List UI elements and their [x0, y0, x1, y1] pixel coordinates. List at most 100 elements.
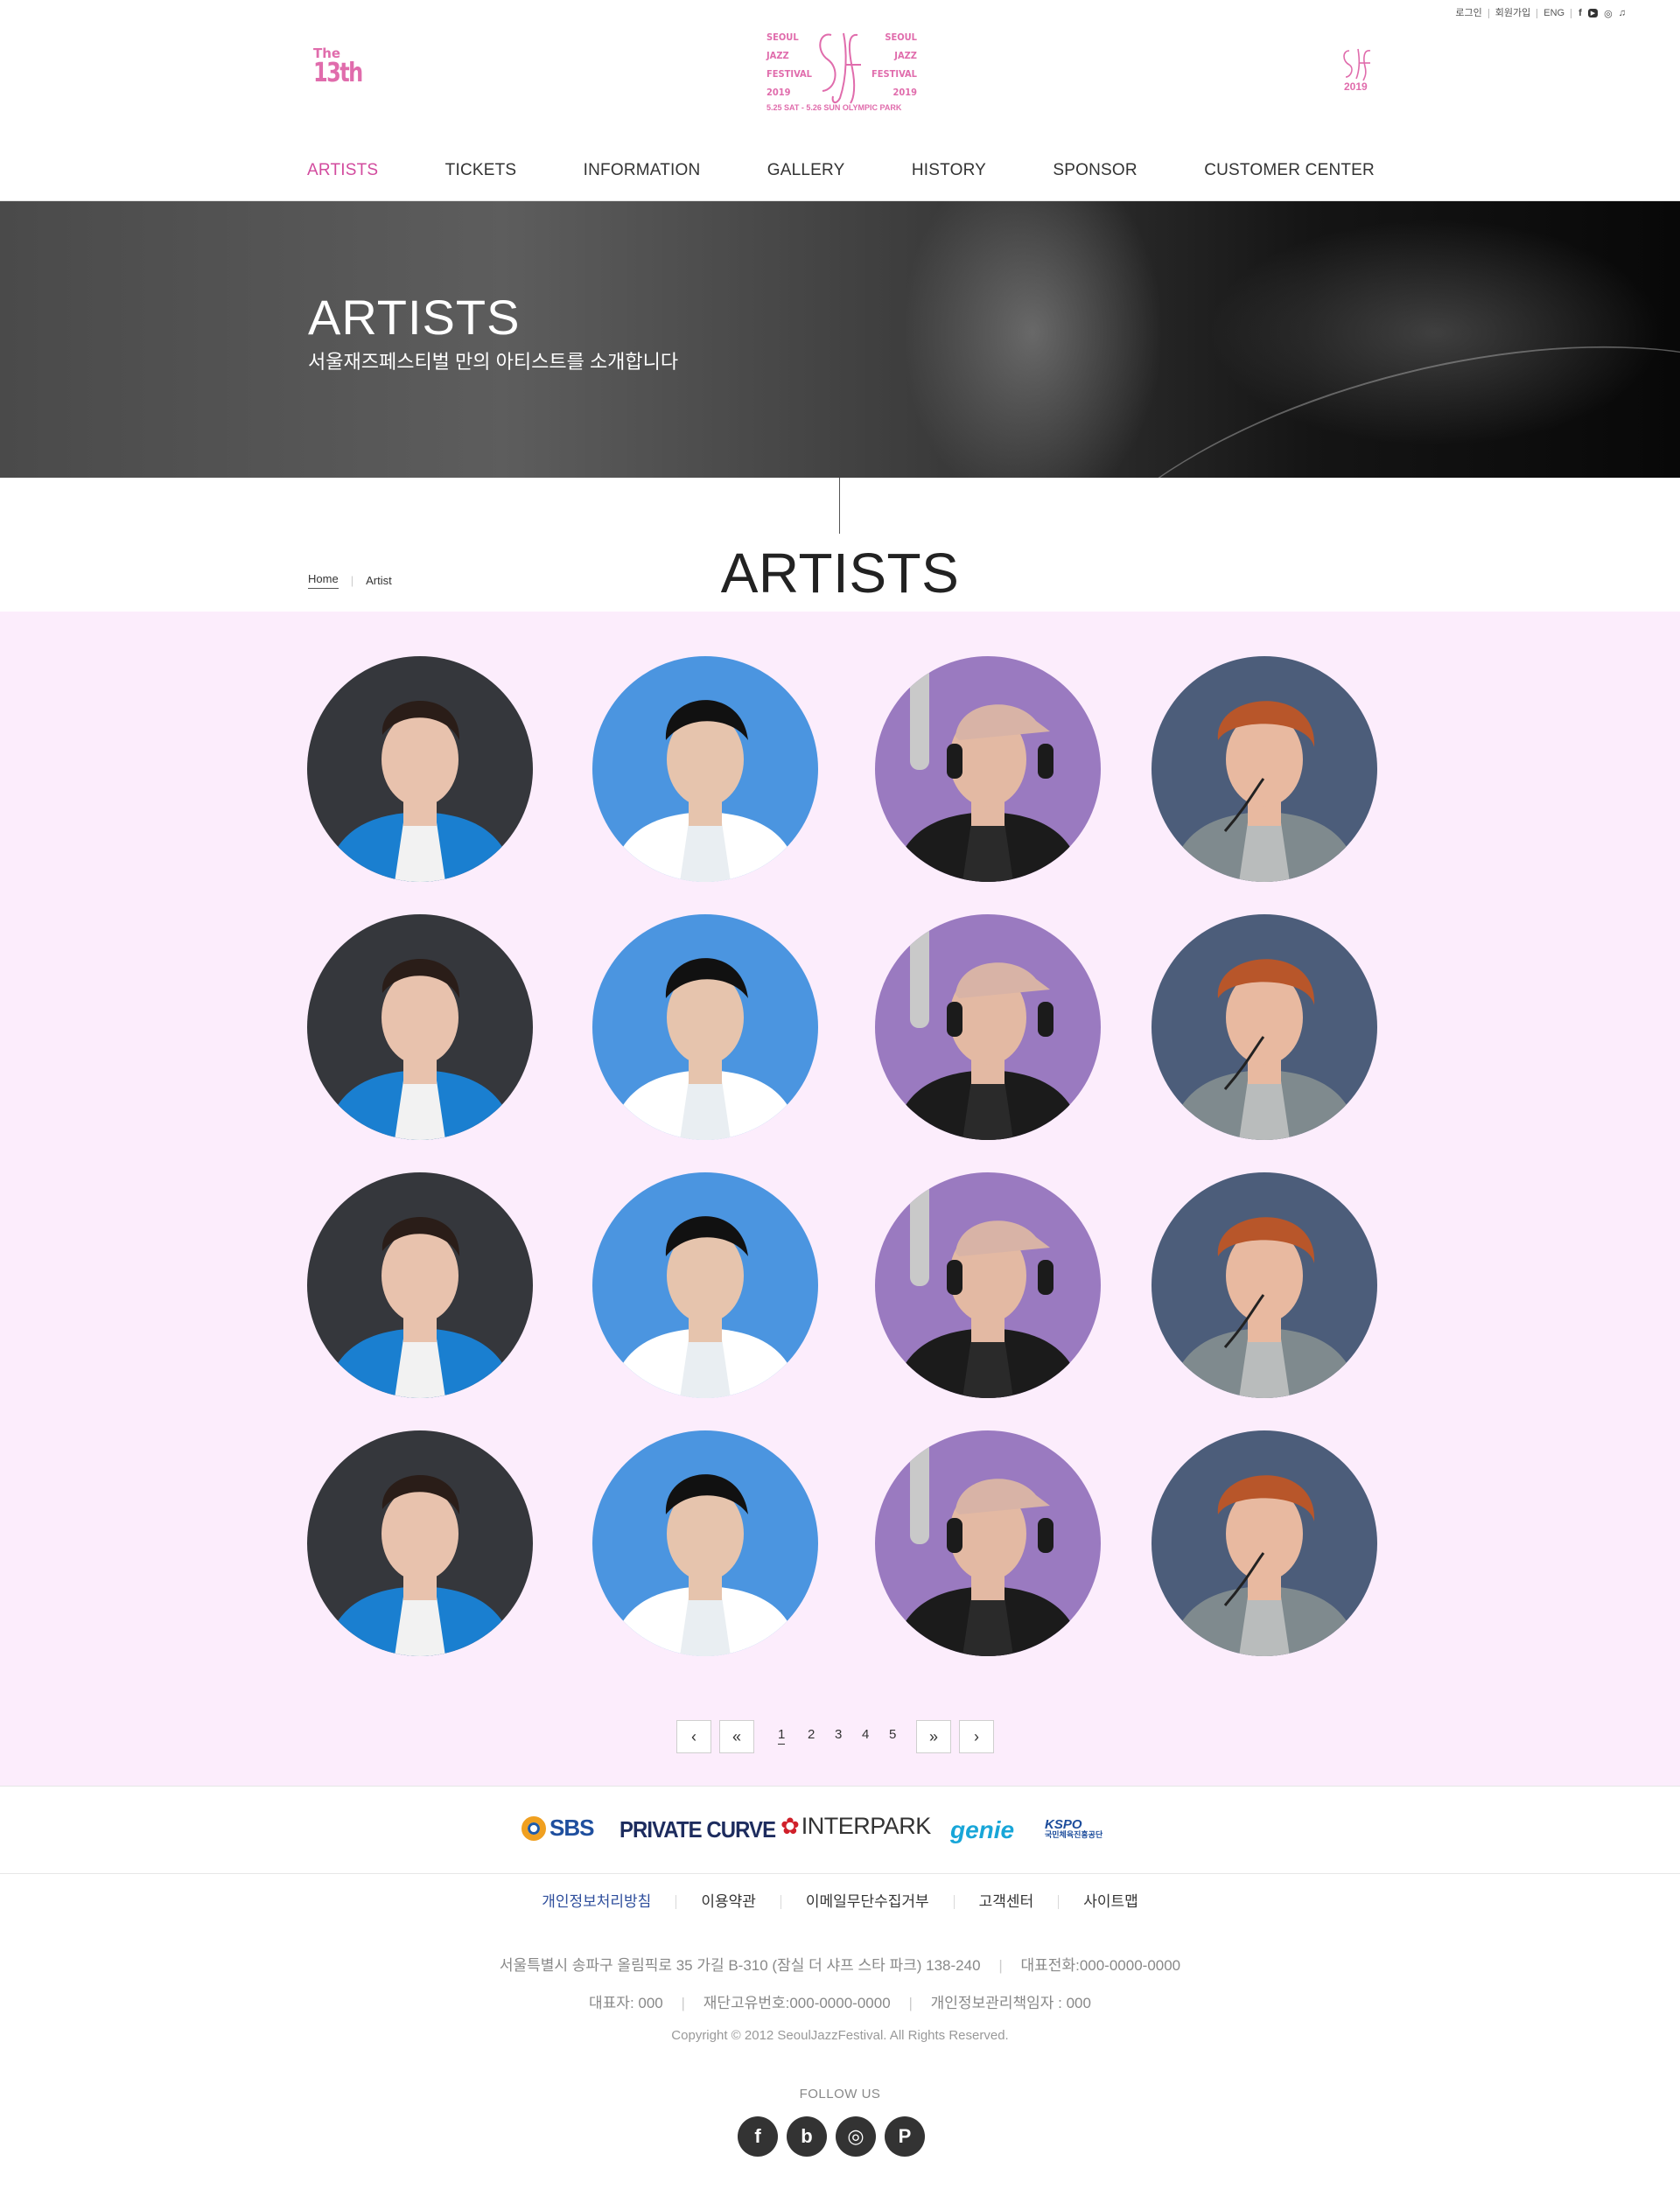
artist-portrait: [325, 701, 515, 882]
artist-portrait: [610, 700, 801, 882]
sponsor-interpark[interactable]: ✿ INTERPARK: [780, 1813, 931, 1840]
sponsor-interpark-label: INTERPARK: [801, 1813, 932, 1839]
sbs-icon: [522, 1815, 546, 1841]
footer-link-privacy[interactable]: 개인정보처리방침: [517, 1894, 677, 1909]
footer-link-terms[interactable]: 이용약관: [676, 1894, 781, 1909]
artist-cap-mic[interactable]: [875, 1430, 1101, 1656]
sponsor-private-curve[interactable]: PRIVATE CURVE: [620, 1816, 776, 1843]
footer-links: 개인정보처리방침 이용약관 이메일무단수집거부 고객센터 사이트맵: [0, 1894, 1680, 1909]
footer-sep: |: [681, 1995, 685, 2011]
login-link[interactable]: 로그인: [1449, 8, 1489, 18]
mini-logo-year: 2019: [1344, 80, 1368, 93]
artist-cap-mic[interactable]: [875, 656, 1101, 882]
hero-banner: ARTISTS 서울재즈페스티벌 만의 아티스트를 소개합니다: [0, 201, 1680, 478]
sponsor-kspo-label: KSPO: [1045, 1817, 1082, 1832]
artist-blue-jacket[interactable]: [307, 656, 533, 882]
mini-logo[interactable]: 2019: [1340, 47, 1376, 96]
nav-history[interactable]: HISTORY: [912, 161, 986, 180]
footer-info-line1: 서울특별시 송파구 올림픽로 35 가길 B-310 (잠실 더 샤프 스타 파…: [0, 1953, 1680, 1975]
artist-cap-mic[interactable]: [875, 1172, 1101, 1398]
hero-singer-shape: [901, 201, 1164, 478]
nav-information[interactable]: INFORMATION: [584, 161, 701, 180]
artist-profile-blue[interactable]: [592, 1172, 818, 1398]
artist-portrait: [610, 1474, 801, 1656]
artist-red-hair[interactable]: [1152, 914, 1377, 1140]
artist-red-hair[interactable]: [1152, 656, 1377, 882]
footer-address: 서울특별시 송파구 올림픽로 35 가길 B-310 (잠실 더 샤프 스타 파…: [499, 1957, 981, 1974]
lang-link[interactable]: ENG: [1537, 8, 1572, 18]
youtube-icon[interactable]: ▶: [1587, 9, 1599, 17]
artist-grid: [0, 612, 1680, 1786]
nav-artists[interactable]: ARTISTS: [307, 161, 378, 180]
sponsor-divider-bottom: [0, 1873, 1680, 1874]
sponsor-sbs-label: SBS: [550, 1815, 594, 1841]
nav-tickets[interactable]: TICKETS: [445, 161, 517, 180]
footer-pinterest-icon[interactable]: P: [885, 2116, 925, 2157]
footer-sep: |: [908, 1995, 913, 2011]
sponsor-genie[interactable]: genie: [950, 1816, 1014, 1844]
festival-logo[interactable]: SEOUL JAZZ FESTIVAL 2019 SEOUL JAZZ FEST…: [763, 24, 917, 121]
artist-portrait: [610, 1216, 801, 1398]
footer-blog-icon[interactable]: b: [787, 2116, 827, 2157]
main-nav: ARTISTS TICKETS INFORMATION GALLERY HIST…: [307, 161, 1375, 180]
music-icon[interactable]: ♫: [1619, 8, 1626, 18]
last-page-button[interactable]: »: [916, 1720, 951, 1753]
artist-profile-blue[interactable]: [592, 1430, 818, 1656]
nav-customer-center[interactable]: CUSTOMER CENTER: [1204, 161, 1375, 180]
page-2[interactable]: 2: [808, 1727, 815, 1742]
page-5[interactable]: 5: [889, 1727, 896, 1742]
edition-number: 13th: [313, 58, 363, 88]
artist-portrait: [1169, 1217, 1360, 1398]
sponsor-kspo[interactable]: KSPO 국민체육진흥공단: [1045, 1818, 1102, 1839]
artist-red-hair[interactable]: [1152, 1430, 1377, 1656]
page-4[interactable]: 4: [862, 1727, 869, 1742]
page-title: ARTISTS: [720, 542, 960, 605]
artist-blue-jacket[interactable]: [307, 1430, 533, 1656]
artist-blue-jacket[interactable]: [307, 1172, 533, 1398]
interpark-icon: ✿: [780, 1813, 800, 1839]
nav-gallery[interactable]: GALLERY: [767, 161, 845, 180]
artist-portrait: [1169, 701, 1360, 882]
artist-profile-blue[interactable]: [592, 914, 818, 1140]
page-3[interactable]: 3: [835, 1727, 842, 1742]
utility-bar: 로그인 회원가입 ENG f ▶ ◎ ♫: [1449, 7, 1626, 19]
footer-ceo: 대표자: 000: [589, 1995, 663, 2011]
footer-privacy-officer: 개인정보관리책임자 : 000: [930, 1995, 1091, 2011]
artist-portrait: [610, 958, 801, 1140]
sponsor-strip: SBS PRIVATE CURVE ✿ INTERPARK genie KSPO…: [522, 1808, 1134, 1857]
artist-profile-blue[interactable]: [592, 656, 818, 882]
pagination: ‹ « 1 2 3 4 5 » ›: [0, 1720, 1680, 1753]
signup-link[interactable]: 회원가입: [1489, 8, 1538, 18]
logo-right-line: SEOUL: [885, 31, 917, 43]
hero-title: ARTISTS: [308, 290, 521, 345]
artist-cap-mic[interactable]: [875, 914, 1101, 1140]
footer-link-customer-center[interactable]: 고객센터: [955, 1894, 1060, 1909]
artist-portrait: [892, 1181, 1083, 1398]
instagram-icon[interactable]: ◎: [1604, 8, 1613, 19]
mini-sjf-mark: [1343, 48, 1371, 81]
edition-badge: The 13th: [313, 47, 374, 87]
artist-blue-jacket[interactable]: [307, 914, 533, 1140]
sponsor-sbs[interactable]: SBS: [522, 1815, 594, 1842]
prev-page-button[interactable]: ‹: [676, 1720, 711, 1753]
footer-info-line2: 대표자: 000 | 재단고유번호:000-0000-0000 | 개인정보관리책임자 …: [0, 1990, 1680, 2012]
artist-red-hair[interactable]: [1152, 1172, 1377, 1398]
logo-right-line: FESTIVAL: [872, 68, 917, 80]
footer-copyright: Copyright © 2012 SeoulJazzFestival. All …: [671, 2028, 1009, 2043]
facebook-icon[interactable]: f: [1578, 8, 1582, 18]
footer-socials: f b ◎ P: [738, 2116, 925, 2157]
footer-link-email-refusal[interactable]: 이메일무단수집거부: [781, 1894, 955, 1909]
logo-right-line: 2019: [892, 87, 917, 98]
artist-portrait: [892, 1439, 1083, 1656]
artist-portrait: [892, 923, 1083, 1140]
footer-facebook-icon[interactable]: f: [738, 2116, 778, 2157]
logo-dates: 5.25 SAT - 5.26 SUN OLYMPIC PARK: [766, 103, 902, 112]
next-page-button[interactable]: ›: [959, 1720, 994, 1753]
first-page-button[interactable]: «: [719, 1720, 754, 1753]
artist-portrait: [325, 1217, 515, 1398]
footer-instagram-icon[interactable]: ◎: [836, 2116, 876, 2157]
footer-link-sitemap[interactable]: 사이트맵: [1059, 1894, 1163, 1909]
nav-sponsor[interactable]: SPONSOR: [1053, 161, 1137, 180]
sponsor-kspo-sub: 국민체육진흥공단: [1045, 1830, 1103, 1839]
page-1[interactable]: 1: [778, 1727, 786, 1745]
